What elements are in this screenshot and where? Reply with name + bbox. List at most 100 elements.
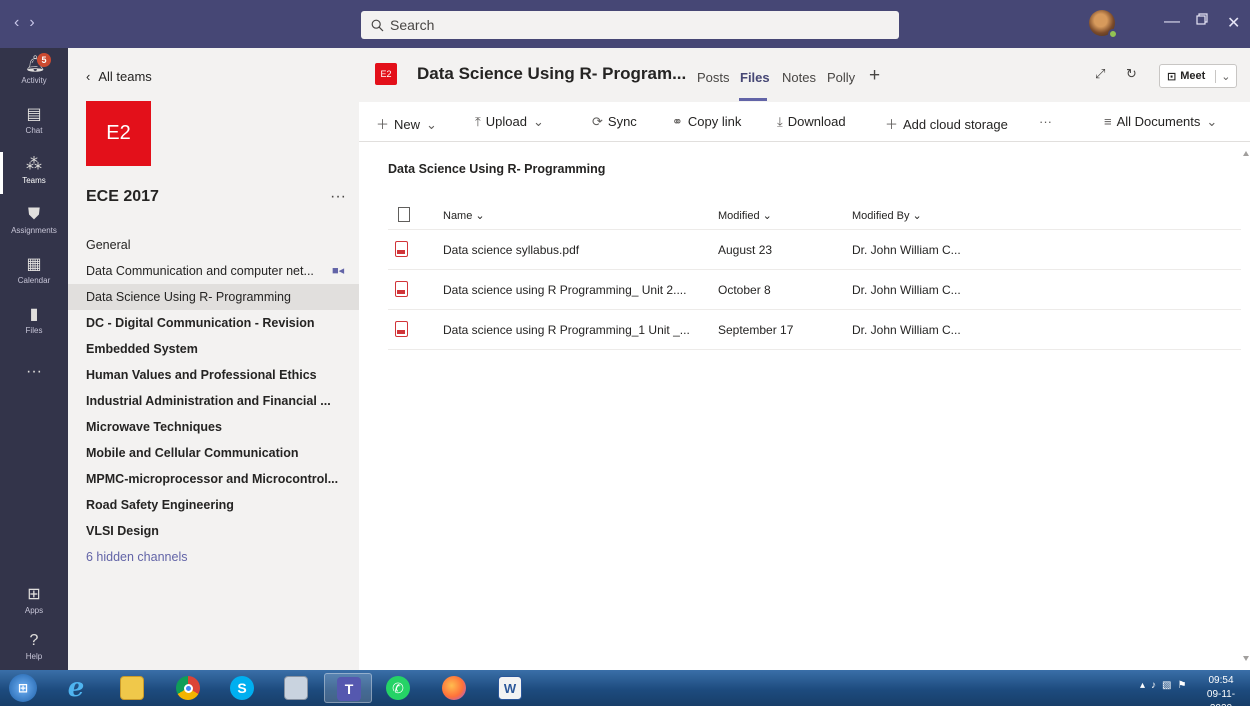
- calendar-icon: ▦: [26, 256, 42, 273]
- team-more-button[interactable]: ···: [330, 188, 346, 206]
- copy-link-button[interactable]: ⚭ Copy link: [672, 114, 741, 130]
- search-icon: [371, 19, 384, 31]
- nav-arrows: ‹›: [14, 14, 45, 32]
- chevron-down-icon: ⌄: [475, 210, 485, 222]
- taskbar-firefox[interactable]: [430, 673, 478, 703]
- taskbar-chrome[interactable]: [164, 673, 212, 703]
- tray-expand-icon[interactable]: ▴: [1140, 680, 1151, 691]
- maximize-icon[interactable]: [1196, 12, 1208, 30]
- copy-link-label: Copy link: [687, 114, 742, 129]
- column-modified-by[interactable]: Modified By ⌄: [852, 209, 922, 222]
- tab-polly[interactable]: Polly: [827, 70, 855, 85]
- system-clock[interactable]: 09:54 09-11-2020: [1196, 674, 1246, 706]
- channel-item-human-values[interactable]: Human Values and Professional Ethics: [68, 362, 359, 388]
- rail-files[interactable]: ▮ Files: [0, 298, 68, 348]
- tab-posts[interactable]: Posts: [697, 70, 730, 85]
- rail-teams-label: Teams: [22, 176, 46, 185]
- taskbar-calculator[interactable]: [272, 673, 320, 703]
- rail-more[interactable]: ···: [0, 363, 68, 413]
- list-view-icon: ≡: [1104, 114, 1112, 129]
- rail-assignments[interactable]: ⛊ Assignments: [0, 198, 68, 248]
- channel-item-data-science[interactable]: Data Science Using R- Programming: [68, 284, 359, 310]
- hidden-channels-link[interactable]: 6 hidden channels: [68, 544, 359, 570]
- notification-icon[interactable]: ⚑: [1177, 680, 1192, 691]
- file-modified: October 8: [718, 283, 771, 297]
- channel-item-vlsi[interactable]: VLSI Design: [68, 518, 359, 544]
- meet-button[interactable]: ⊡ Meet ⌄: [1159, 64, 1237, 88]
- minimize-icon[interactable]: —: [1164, 13, 1180, 31]
- add-tab-button[interactable]: +: [869, 65, 880, 87]
- main-content: E2 Data Science Using R- Program... Post…: [359, 48, 1250, 670]
- rail-chat[interactable]: ▤ Chat: [0, 98, 68, 148]
- tab-notes[interactable]: Notes: [782, 70, 816, 85]
- channel-item-mpmc[interactable]: MPMC-microprocessor and Microcontrol...: [68, 466, 359, 492]
- files-icon: ▮: [29, 306, 39, 323]
- taskbar-teams[interactable]: T: [324, 673, 372, 703]
- download-button[interactable]: ⤓ Download: [777, 114, 846, 130]
- rail-help-label: Help: [25, 652, 43, 661]
- rail-apps[interactable]: ⊞ Apps: [0, 578, 68, 628]
- rail-activity-label: Activity: [21, 76, 47, 85]
- upload-button[interactable]: ⤒ Upload ⌄: [475, 114, 549, 130]
- column-name[interactable]: Name ⌄: [443, 209, 485, 222]
- search-box[interactable]: Search: [361, 11, 899, 39]
- file-name[interactable]: Data science using R Programming_ Unit 2…: [443, 283, 686, 297]
- close-icon[interactable]: ✕: [1227, 13, 1240, 33]
- new-button[interactable]: ＋ New ⌄: [376, 114, 442, 133]
- scrollbar[interactable]: [1242, 142, 1250, 670]
- refresh-icon[interactable]: ↻: [1126, 66, 1137, 82]
- title-bar: ‹› Search — ✕: [0, 0, 1250, 48]
- tab-files[interactable]: Files: [740, 70, 770, 85]
- channel-item-data-communication[interactable]: Data Communication and computer net... ■…: [68, 258, 359, 284]
- more-commands-button[interactable]: ···: [1039, 114, 1052, 129]
- channel-item-industrial-admin[interactable]: Industrial Administration and Financial …: [68, 388, 359, 414]
- column-modified[interactable]: Modified ⌄: [718, 209, 772, 222]
- rail-help[interactable]: ? Help: [0, 624, 68, 674]
- system-tray[interactable]: ▴♪▧⚑: [1140, 680, 1192, 691]
- meet-label: Meet: [1180, 70, 1206, 82]
- chevron-down-icon: ⌄: [1206, 114, 1218, 129]
- taskbar-word[interactable]: W: [486, 673, 534, 703]
- file-modified-by: Dr. John William C...: [852, 323, 961, 337]
- taskbar-file-explorer[interactable]: [108, 673, 156, 703]
- channel-item-embedded-system[interactable]: Embedded System: [68, 336, 359, 362]
- file-modified: August 23: [718, 243, 773, 257]
- chevron-down-icon[interactable]: ⌄: [1215, 69, 1231, 83]
- channel-item-mobile-cellular[interactable]: Mobile and Cellular Communication: [68, 440, 359, 466]
- channel-list: General Data Communication and computer …: [68, 232, 359, 570]
- taskbar-whatsapp[interactable]: ✆: [374, 673, 422, 703]
- rail-activity[interactable]: 🔔︎ Activity 5: [0, 48, 68, 98]
- channel-item-road-safety[interactable]: Road Safety Engineering: [68, 492, 359, 518]
- file-row[interactable]: Data science using R Programming_1 Unit …: [388, 310, 1241, 350]
- back-arrow-icon[interactable]: ‹: [14, 14, 29, 31]
- apps-icon: ⊞: [27, 586, 41, 603]
- file-row[interactable]: Data science using R Programming_ Unit 2…: [388, 270, 1241, 310]
- chat-icon: ▤: [26, 106, 42, 123]
- clock-date: 09-11-2020: [1206, 689, 1236, 706]
- volume-icon[interactable]: ♪: [1151, 680, 1162, 691]
- file-row[interactable]: Data science syllabus.pdf August 23 Dr. …: [388, 230, 1241, 270]
- file-name[interactable]: Data science syllabus.pdf: [443, 243, 579, 257]
- taskbar-internet-explorer[interactable]: e: [52, 673, 100, 703]
- channel-item-general[interactable]: General: [68, 232, 359, 258]
- channel-item-dc-revision[interactable]: DC - Digital Communication - Revision: [68, 310, 359, 336]
- view-selector[interactable]: ≡ All Documents ⌄: [1104, 114, 1222, 130]
- taskbar-skype[interactable]: S: [218, 673, 266, 703]
- sync-button[interactable]: ⟳ Sync: [592, 114, 637, 130]
- start-button[interactable]: ⊞: [2, 673, 42, 703]
- channel-item-microwave[interactable]: Microwave Techniques: [68, 414, 359, 440]
- team-name: ECE 2017: [86, 188, 159, 205]
- presence-status-icon: [1108, 29, 1118, 39]
- file-name[interactable]: Data science using R Programming_1 Unit …: [443, 323, 690, 337]
- rail-teams[interactable]: ⁂ Teams: [0, 148, 68, 198]
- forward-arrow-icon[interactable]: ›: [29, 14, 44, 31]
- expand-icon[interactable]: ⤢: [1095, 66, 1105, 82]
- column-modified-label: Modified: [718, 210, 760, 222]
- all-teams-link[interactable]: ‹ All teams: [86, 69, 152, 84]
- network-icon[interactable]: ▧: [1162, 680, 1177, 691]
- channel-pane: ‹ All teams E2 ECE 2017 ··· General Data …: [68, 48, 359, 670]
- chevron-down-icon: ⌄: [912, 210, 922, 222]
- add-cloud-storage-button[interactable]: ＋ Add cloud storage: [885, 114, 1008, 133]
- rail-calendar[interactable]: ▦ Calendar: [0, 248, 68, 298]
- assignments-icon: ⛊: [27, 206, 40, 223]
